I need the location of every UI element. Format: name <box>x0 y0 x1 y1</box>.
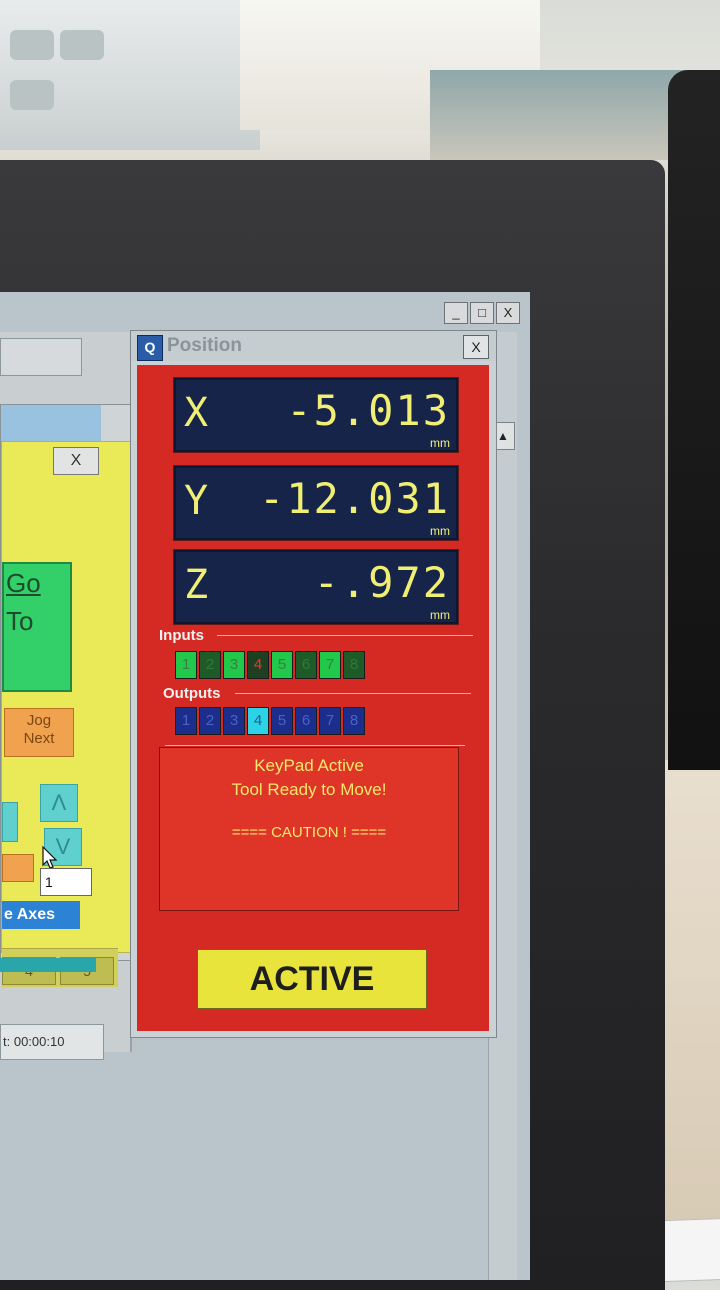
dro-y-axis-label: Y <box>184 478 209 524</box>
goto-button[interactable]: Go To <box>2 562 72 692</box>
background-bin <box>60 30 104 60</box>
input-led-6: 6 <box>295 651 317 679</box>
output-led-5: 5 <box>271 707 293 735</box>
step-input[interactable]: 1 <box>40 868 92 896</box>
jog-next-label-2: Next <box>23 730 55 747</box>
output-led-3: 3 <box>223 707 245 735</box>
goto-label-1: Go <box>6 568 41 598</box>
outputs-group-2: 5678 <box>271 707 365 735</box>
output-led-7: 7 <box>319 707 341 735</box>
active-button[interactable]: ACTIVE <box>197 949 427 1009</box>
jog-left-button[interactable] <box>2 802 18 842</box>
left-panel-tab[interactable] <box>0 338 82 376</box>
position-titlebar[interactable]: Q Position X <box>131 331 496 361</box>
maximize-button[interactable]: □ <box>470 302 494 324</box>
jog-dialog-titlebar[interactable] <box>1 405 101 445</box>
dro-z-axis-label: Z <box>184 562 209 608</box>
input-led-3: 3 <box>223 651 245 679</box>
dro-x: X -5.013 mm <box>173 377 459 453</box>
background-bin <box>10 80 54 110</box>
input-led-4: 4 <box>247 651 269 679</box>
goto-label-2: To <box>6 606 34 636</box>
dro-y: Y -12.031 mm <box>173 465 459 541</box>
input-led-2: 2 <box>199 651 221 679</box>
dro-z-unit: mm <box>430 608 450 622</box>
background-person <box>668 70 720 770</box>
dro-x-value: -5.013 <box>286 386 450 435</box>
outputs-label: Outputs <box>163 685 221 702</box>
output-led-4: 4 <box>247 707 269 735</box>
minimize-button[interactable]: _ <box>444 302 468 324</box>
message-divider <box>165 745 465 746</box>
position-panel: X -5.013 mm Y -12.031 mm Z -.972 mm Inpu… <box>137 365 489 1031</box>
input-led-7: 7 <box>319 651 341 679</box>
dro-z-value: -.972 <box>313 558 450 607</box>
dro-z: Z -.972 mm <box>173 549 459 625</box>
message-line-1: KeyPad Active <box>254 756 364 775</box>
mouse-cursor-icon <box>42 846 58 869</box>
dro-y-unit: mm <box>430 524 450 538</box>
jog-next-button[interactable]: Jog Next <box>4 708 74 757</box>
jog-close-button[interactable]: X <box>53 447 99 475</box>
position-close-button[interactable]: X <box>463 335 489 359</box>
dro-y-value: -12.031 <box>258 474 450 523</box>
position-window: Q Position X X -5.013 mm Y -12.031 mm Z … <box>130 330 497 1038</box>
position-title: Position <box>167 335 242 356</box>
outputs-divider <box>235 693 471 694</box>
dro-x-unit: mm <box>430 436 450 450</box>
input-led-8: 8 <box>343 651 365 679</box>
input-led-1: 1 <box>175 651 197 679</box>
output-led-1: 1 <box>175 707 197 735</box>
inputs-group-1: 1234 <box>175 651 269 679</box>
jog-orange-button[interactable] <box>2 854 34 882</box>
status-bar-accent <box>0 958 96 972</box>
input-led-5: 5 <box>271 651 293 679</box>
output-led-2: 2 <box>199 707 221 735</box>
timer-readout: t: 00:00:10 <box>0 1024 104 1060</box>
outputs-group-1: 1234 <box>175 707 269 735</box>
jog-dialog: Go To Jog Next Λ V 1 e Axes 4 5 X <box>0 404 136 987</box>
output-led-6: 6 <box>295 707 317 735</box>
dro-x-axis-label: X <box>184 390 209 436</box>
axes-button[interactable]: e Axes <box>2 901 80 929</box>
jog-dialog-body: Go To Jog Next Λ V 1 e Axes 4 5 <box>1 441 131 987</box>
main-window-controls: _ □ X <box>444 302 520 324</box>
status-message-box: KeyPad Active Tool Ready to Move! ==== C… <box>159 747 459 911</box>
app-logo-icon: Q <box>137 335 163 361</box>
jog-next-label-1: Jog <box>26 712 52 729</box>
message-line-2: Tool Ready to Move! <box>231 780 387 799</box>
background-shelf <box>0 0 260 150</box>
inputs-label: Inputs <box>159 627 204 644</box>
output-led-8: 8 <box>343 707 365 735</box>
inputs-group-2: 5678 <box>271 651 365 679</box>
jog-up-button[interactable]: Λ <box>40 784 78 822</box>
background-bin <box>10 30 54 60</box>
monitor-screen: _ □ X t: 00:00:10 ▲ Go To Jog Next Λ V 1… <box>0 292 530 1280</box>
close-button[interactable]: X <box>496 302 520 324</box>
caution-line: ==== CAUTION ! ==== <box>231 824 387 841</box>
inputs-divider <box>217 635 473 636</box>
